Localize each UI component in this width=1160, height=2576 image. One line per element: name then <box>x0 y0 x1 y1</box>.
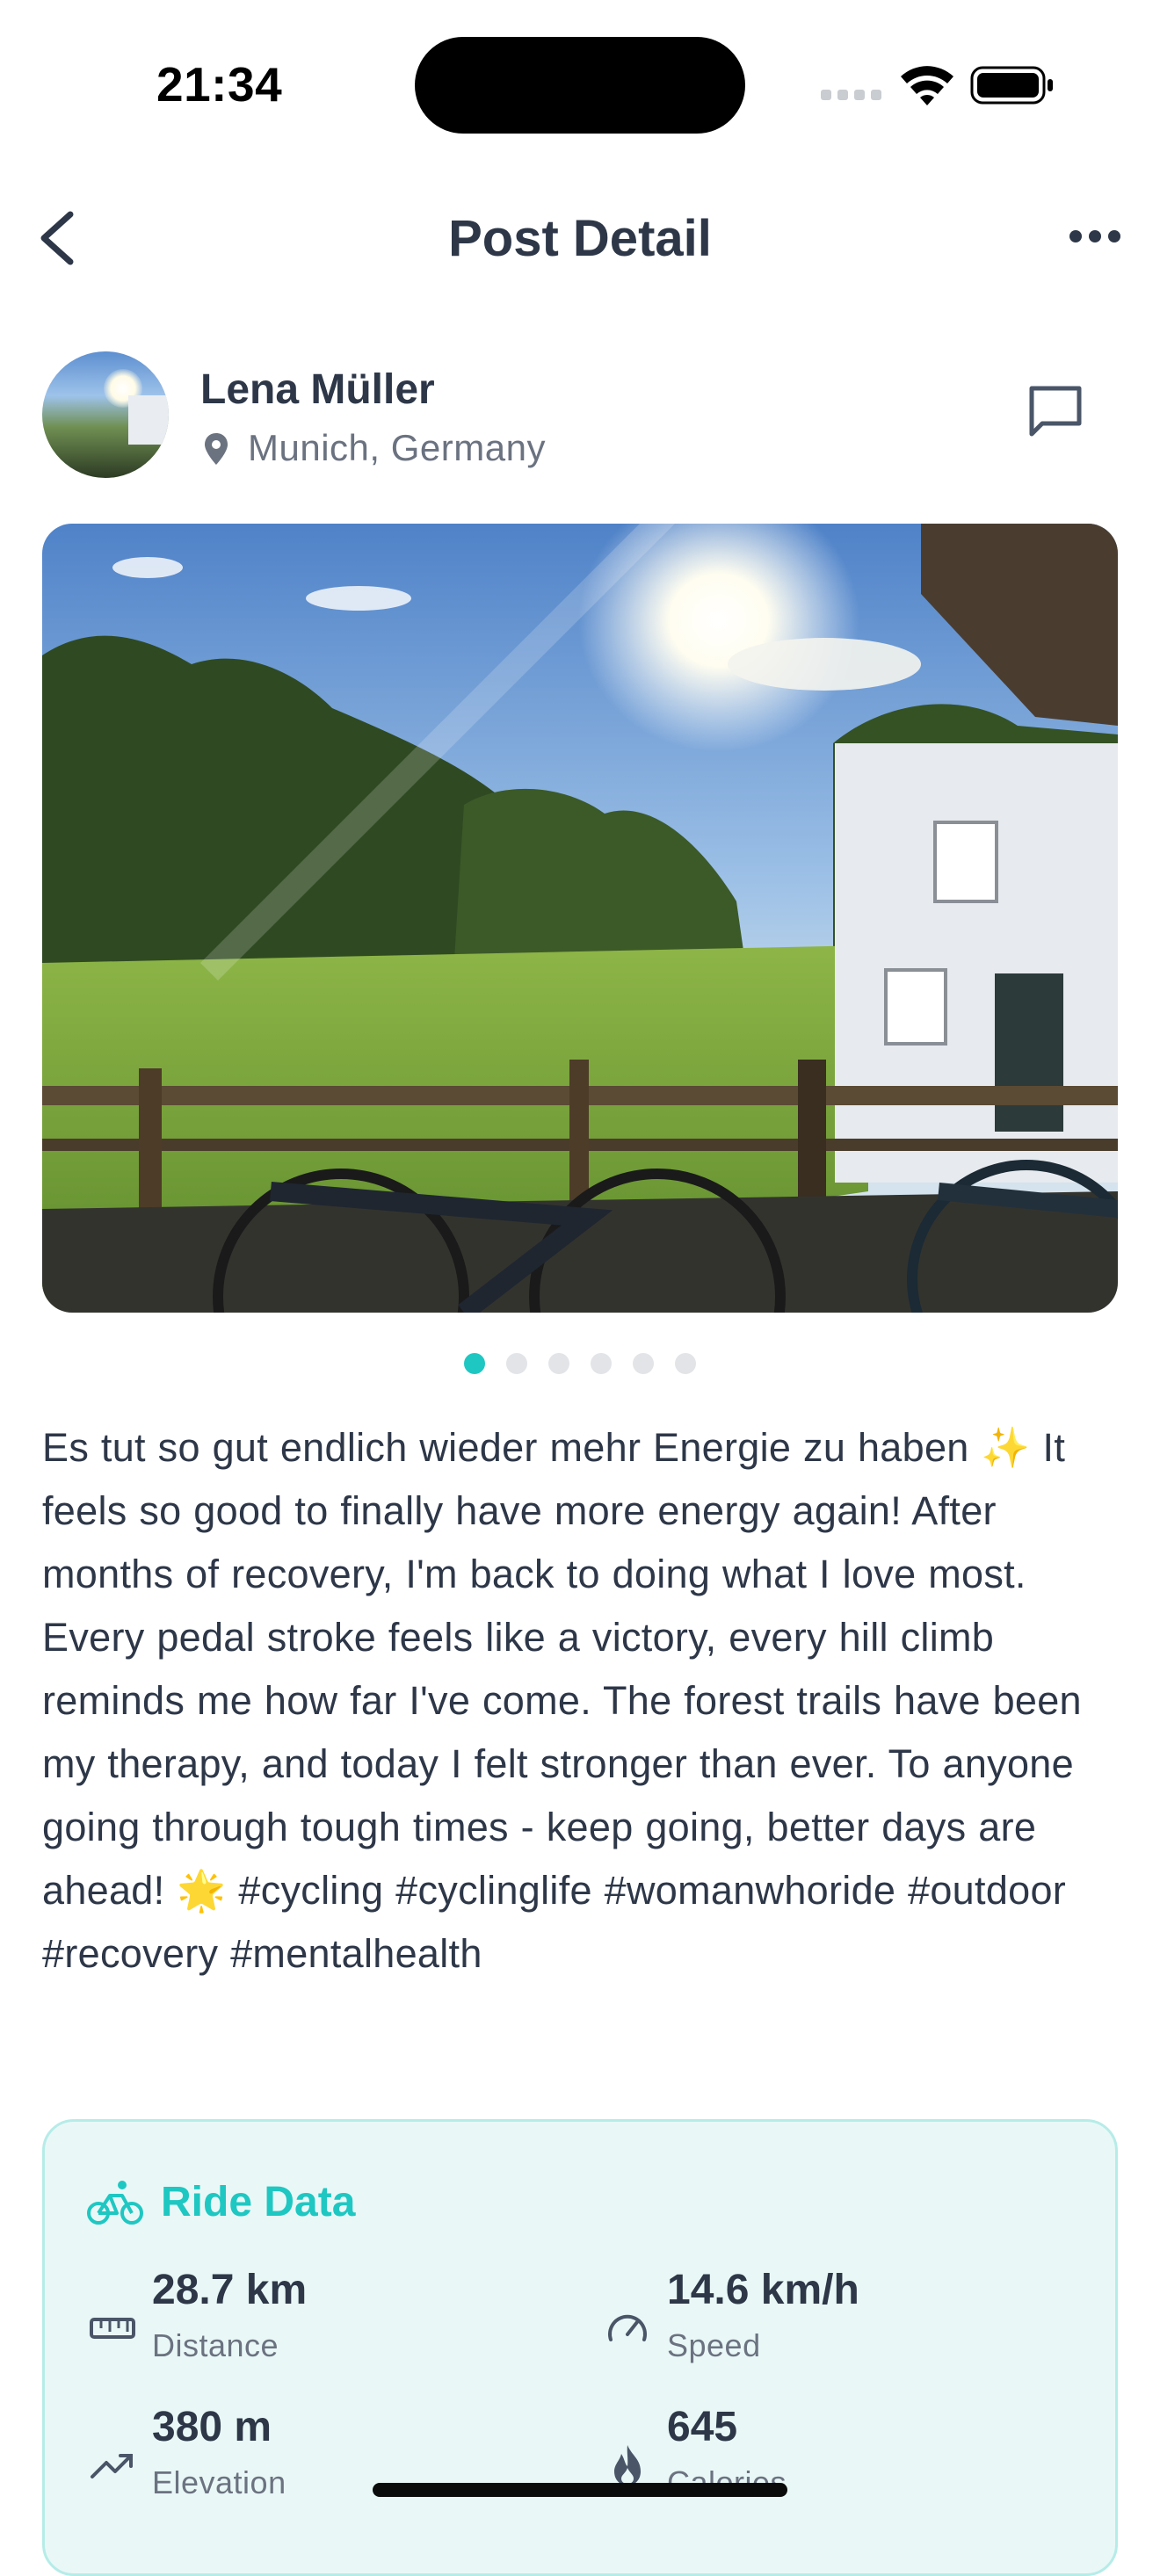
home-indicator[interactable] <box>373 2483 787 2497</box>
avatar-house <box>128 395 169 445</box>
post-caption: Es tut so gut endlich wieder mehr Energi… <box>42 1425 1082 1976</box>
author-name[interactable]: Lena Müller <box>200 365 435 414</box>
page-title: Post Detail <box>448 210 712 267</box>
dynamic-island <box>415 37 745 134</box>
ruler-icon <box>90 2318 135 2339</box>
distance-label: Distance <box>152 2327 279 2363</box>
trending-up-icon <box>91 2454 133 2478</box>
cellular-signal-icon <box>821 90 881 100</box>
more-options-icon[interactable] <box>1069 223 1121 250</box>
comment-icon[interactable] <box>1025 381 1086 443</box>
distance-value: 28.7 km <box>152 2267 308 2313</box>
carousel-dot[interactable] <box>548 1353 569 1374</box>
carousel-dot[interactable] <box>591 1353 612 1374</box>
battery-icon <box>970 66 1053 105</box>
elevation-label: Elevation <box>152 2464 286 2500</box>
carousel-dot[interactable] <box>633 1353 654 1374</box>
carousel-dot[interactable] <box>506 1353 527 1374</box>
stat-calories: 645 Calories <box>604 2403 1043 2517</box>
avatar[interactable] <box>42 351 169 478</box>
bicycle-icon <box>87 2181 143 2225</box>
author-row: Lena Müller Munich, Germany <box>42 351 1118 483</box>
carousel-dot-active[interactable] <box>464 1353 485 1374</box>
header: Post Detail <box>0 185 1160 290</box>
stat-distance: 28.7 km Distance <box>89 2266 528 2380</box>
flame-icon <box>614 2445 641 2486</box>
stat-speed: 14.6 km/h Speed <box>604 2266 1043 2380</box>
elevation-value: 380 m <box>152 2404 272 2450</box>
status-time: 21:34 <box>156 57 283 112</box>
wifi-icon <box>901 66 953 105</box>
stat-elevation: 380 m Elevation <box>89 2403 528 2517</box>
speed-label: Speed <box>667 2327 761 2363</box>
location-text: Munich, Germany <box>248 427 546 468</box>
speedometer-icon <box>608 2314 647 2341</box>
speed-value: 14.6 km/h <box>667 2267 859 2313</box>
carousel-dot[interactable] <box>675 1353 696 1374</box>
status-bar: 21:34 <box>0 0 1160 167</box>
ride-data-title: Ride Data <box>161 2179 356 2225</box>
post-photo[interactable] <box>42 524 1118 1313</box>
map-pin-icon <box>205 433 228 465</box>
calories-value: 645 <box>667 2404 738 2450</box>
ride-data-card: Ride Data 28.7 km Distance 14.6 km/h Spe… <box>42 2119 1118 2576</box>
carousel-indicator <box>0 1353 1160 1378</box>
